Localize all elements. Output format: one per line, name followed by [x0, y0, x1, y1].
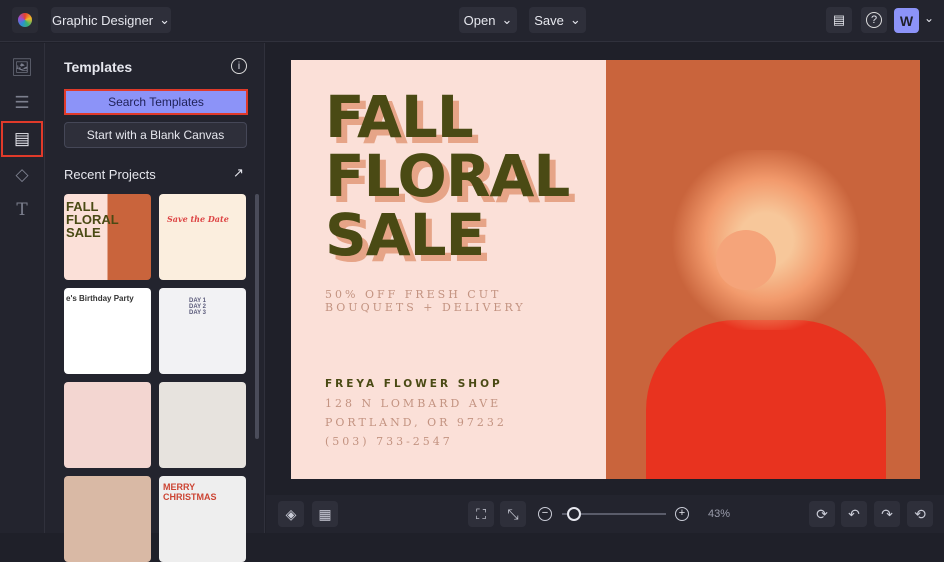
- tool-rail: 🖼 ☰ ▤ ◇ T: [0, 43, 45, 533]
- app-logo[interactable]: [12, 7, 38, 33]
- layers-icon: ◈: [285, 505, 297, 522]
- fit-screen-button[interactable]: ⛶: [468, 501, 494, 527]
- blank-canvas-button[interactable]: Start with a Blank Canvas: [64, 122, 247, 148]
- logo-icon: [18, 13, 32, 27]
- headline-fall: FALL: [325, 83, 474, 151]
- adjust-tool-icon[interactable]: ☰: [4, 86, 40, 120]
- address-line-1: 128 N LOMBARD AVE: [325, 397, 502, 410]
- comments-button[interactable]: ▤: [826, 7, 852, 33]
- design-canvas[interactable]: FALL FLORAL SALE 50% OFF FRESH CUT BOUQU…: [291, 60, 920, 479]
- redo-button[interactable]: ↷: [874, 501, 900, 527]
- chevron-down-icon: ⌄: [159, 12, 171, 27]
- project-thumb[interactable]: Save the Date: [159, 194, 246, 280]
- offer-line-1: 50% OFF FRESH CUT: [325, 288, 502, 301]
- project-thumb[interactable]: DAY 1 DAY 2 DAY 3: [159, 288, 246, 374]
- project-thumb[interactable]: FALL FLORAL SALE: [64, 194, 151, 280]
- zoom-in-icon[interactable]: +: [675, 507, 689, 521]
- project-thumb[interactable]: [64, 476, 151, 562]
- shrink-icon: ⤡: [507, 505, 519, 522]
- zoom-slider[interactable]: [562, 507, 666, 521]
- bottom-toolbar: ◈ ▦ ⛶ ⤡ − + 43% ⟳ ↶ ↷ ⟲: [266, 495, 944, 533]
- mode-label: Graphic Designer: [51, 12, 154, 28]
- save-button[interactable]: Save ⌄: [529, 7, 586, 33]
- history-button[interactable]: ⟲: [907, 501, 933, 527]
- panel-title: Templates: [64, 59, 133, 75]
- panel-scrollbar[interactable]: [255, 194, 259, 439]
- save-label: Save: [534, 12, 564, 28]
- headline-sale: SALE: [325, 201, 485, 269]
- open-external-icon[interactable]: ↗: [233, 165, 244, 181]
- help-button[interactable]: ?: [861, 7, 887, 33]
- offer-line-2: BOUQUETS + DELIVERY: [325, 301, 526, 314]
- reset-button[interactable]: ⟳: [809, 501, 835, 527]
- headline-floral: FLORAL: [325, 142, 570, 210]
- shrink-button[interactable]: ⤡: [500, 501, 526, 527]
- layers-button[interactable]: ◈: [278, 501, 304, 527]
- chevron-down-icon: ⌄: [501, 12, 513, 27]
- image-tool-icon[interactable]: 🖼: [4, 51, 40, 85]
- shop-name: FREYA FLOWER SHOP: [325, 378, 503, 390]
- avatar[interactable]: W: [894, 8, 919, 33]
- mode-dropdown[interactable]: Graphic Designer ⌄: [51, 7, 171, 33]
- zoom-slider-handle[interactable]: [566, 507, 581, 521]
- project-thumb[interactable]: e's Birthday Party: [64, 288, 151, 374]
- project-thumb[interactable]: [64, 382, 151, 468]
- grid-button[interactable]: ▦: [312, 501, 338, 527]
- zoom-percentage: 43%: [708, 508, 731, 520]
- chevron-down-icon: ⌄: [569, 12, 581, 27]
- address-line-2: PORTLAND, OR 97232: [325, 416, 507, 429]
- refresh-icon: ⟳: [816, 505, 828, 522]
- grid-icon: ▦: [318, 505, 332, 522]
- search-templates-button[interactable]: Search Templates: [64, 89, 248, 115]
- top-bar: Graphic Designer ⌄ Open ⌄ Save ⌄ ▤ ? W ⌄: [0, 0, 944, 42]
- comment-icon: ▤: [832, 12, 846, 27]
- undo-icon: ↶: [848, 505, 860, 522]
- help-icon: ?: [866, 12, 882, 28]
- project-thumb[interactable]: MERRY CHRISTMAS: [159, 476, 246, 562]
- shapes-tool-icon[interactable]: ◇: [4, 158, 40, 192]
- open-button[interactable]: Open ⌄: [459, 7, 517, 33]
- templates-panel: Templates i Search Templates Start with …: [45, 43, 265, 562]
- undo-button[interactable]: ↶: [841, 501, 867, 527]
- templates-tool-icon[interactable]: ▤: [1, 121, 43, 157]
- project-thumb[interactable]: [159, 382, 246, 468]
- phone-number: (503) 733-2547: [325, 435, 453, 448]
- avatar-initial: W: [899, 12, 914, 29]
- expand-icon: ⛶: [476, 505, 486, 522]
- zoom-out-icon[interactable]: −: [538, 507, 552, 521]
- chevron-down-icon[interactable]: ⌄: [924, 11, 934, 25]
- flower-bouquet-photo: [606, 60, 920, 479]
- open-label: Open: [463, 12, 496, 28]
- text-tool-icon[interactable]: T: [4, 193, 40, 227]
- recent-projects-heading: Recent Projects: [64, 167, 156, 182]
- history-icon: ⟲: [914, 505, 926, 522]
- info-icon[interactable]: i: [231, 58, 247, 74]
- redo-icon: ↷: [881, 505, 893, 522]
